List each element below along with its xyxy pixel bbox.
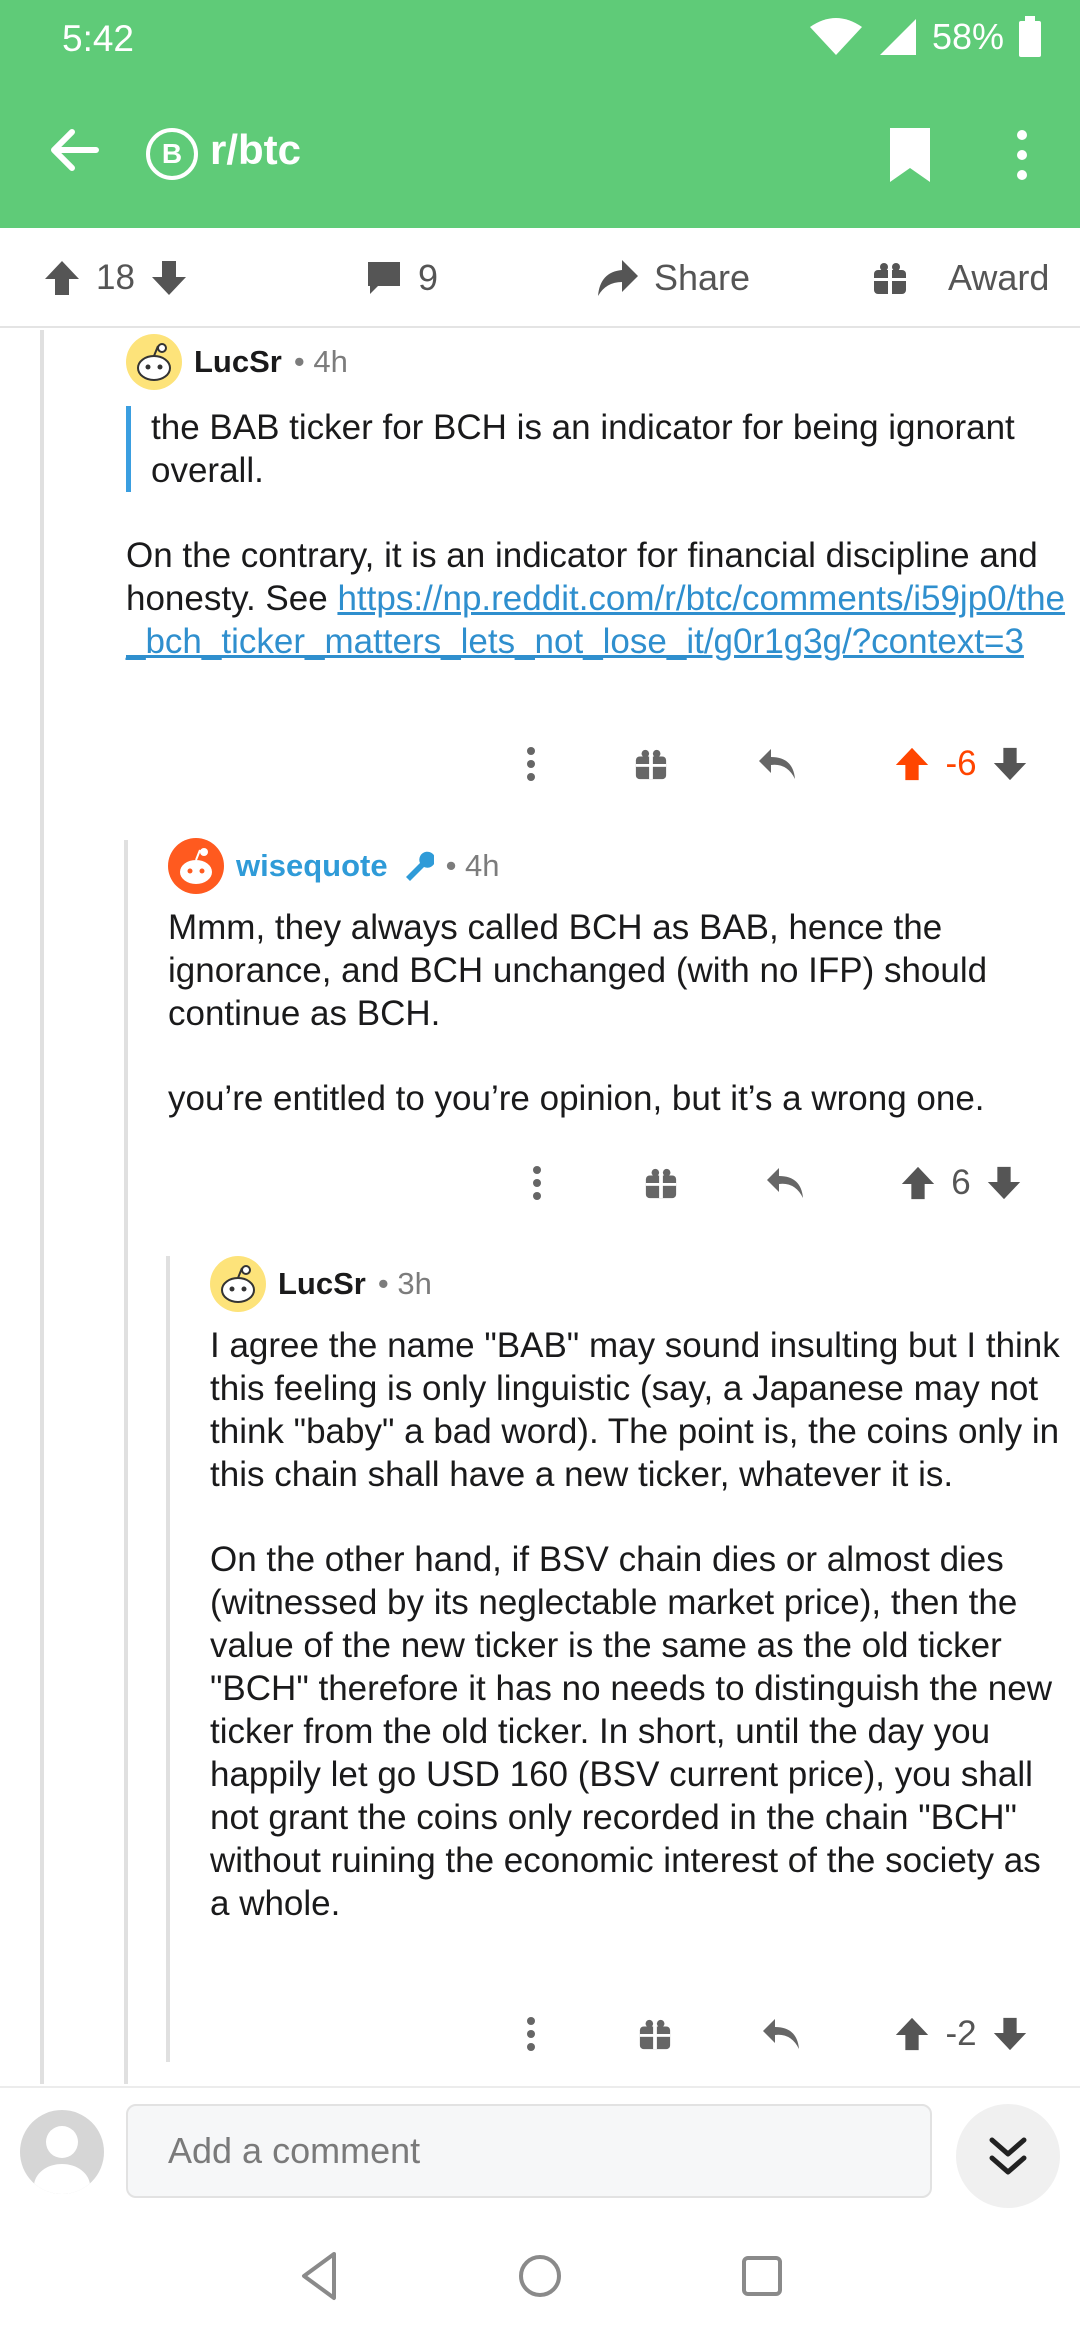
comment-author[interactable]: LucSr: [278, 1266, 366, 1302]
status-time: 5:42: [62, 18, 135, 59]
upvote-icon[interactable]: [893, 745, 931, 783]
upvote-icon[interactable]: [899, 1164, 937, 1202]
avatar[interactable]: [168, 838, 224, 894]
comment-header: LucSr • 4h: [126, 330, 1066, 394]
gift-icon[interactable]: [630, 2004, 680, 2064]
comments-button[interactable]: 9: [364, 228, 438, 328]
comment-score: -6: [945, 744, 977, 783]
comment-actions: -6: [126, 734, 1066, 794]
upvote-icon[interactable]: [42, 258, 82, 298]
collapse-button[interactable]: [956, 2104, 1060, 2208]
vote-group: -2: [876, 2004, 1046, 2064]
app-header: 5:42 58% B r/btc: [0, 0, 1080, 228]
status-icons: 58%: [808, 16, 1042, 58]
more-options-icon[interactable]: [1002, 126, 1042, 184]
comment-body: Mmm, they always called BCH as BAB, henc…: [168, 906, 1068, 1120]
quote-paragraph: the BAB ticker for BCH is an indicator f…: [151, 408, 1015, 490]
thread-line[interactable]: [40, 330, 44, 2084]
comment-paragraph: On the other hand, if BSV chain dies or …: [210, 1540, 1052, 1923]
comment-score: -2: [945, 2014, 977, 2053]
comment-time: • 3h: [377, 1266, 432, 1301]
vote-group: -6: [876, 734, 1046, 794]
system-nav-bar: [0, 2216, 1080, 2340]
share-label: Share: [654, 257, 751, 298]
comment-input[interactable]: Add a comment: [126, 2104, 932, 2198]
post-action-bar: 18 9 Share Award: [0, 228, 1080, 328]
user-avatar[interactable]: [20, 2110, 104, 2194]
comment-composer: Add a comment: [0, 2086, 1080, 2216]
downvote-icon[interactable]: [985, 1164, 1023, 1202]
comment-icon: [368, 262, 400, 294]
more-options-icon[interactable]: [512, 1153, 562, 1213]
comment-count: 9: [418, 257, 439, 298]
comment: LucSr • 4h the BAB ticker for BCH is an …: [126, 330, 1066, 663]
avatar[interactable]: [210, 1256, 266, 1312]
share-button[interactable]: Share: [596, 228, 750, 328]
snoo-avatar-icon: [221, 1265, 255, 1303]
avatar[interactable]: [126, 334, 182, 390]
award-button[interactable]: Award: [872, 228, 1049, 328]
gift-icon[interactable]: [636, 1153, 686, 1213]
nav-recents-icon[interactable]: [732, 2246, 792, 2306]
more-options-icon[interactable]: [506, 2004, 556, 2064]
reply-icon[interactable]: [760, 1153, 810, 1213]
comment-time: • 4h: [293, 344, 348, 379]
downvote-icon[interactable]: [991, 2015, 1029, 2053]
vote-group: 6: [876, 1153, 1046, 1213]
nav-home-icon[interactable]: [510, 2246, 570, 2306]
vote-group: 18: [42, 228, 189, 328]
comment-header: LucSr • 3h: [210, 1252, 1066, 1316]
gift-icon[interactable]: [626, 734, 676, 794]
battery-percent: 58%: [931, 16, 1004, 57]
comment-header: wisequote • 4h: [168, 834, 1068, 898]
nav-back-icon[interactable]: [290, 2246, 350, 2306]
post-score: 18: [96, 258, 135, 297]
comment-paragraph: you’re entitled to you’re opinion, but i…: [168, 1079, 985, 1118]
comment-paragraph: On the contrary, it is an indicator for …: [126, 534, 1066, 663]
downvote-icon[interactable]: [149, 258, 189, 298]
signal-icon: [879, 19, 916, 55]
comment: wisequote • 4h Mmm, they always called B…: [168, 834, 1068, 1120]
comment: LucSr • 3h I agree the name "BAB" may so…: [210, 1252, 1066, 1925]
back-arrow-icon[interactable]: [44, 120, 104, 180]
comment-paragraph: I agree the name "BAB" may sound insulti…: [210, 1326, 1060, 1494]
comment-body: I agree the name "BAB" may sound insulti…: [210, 1324, 1066, 1925]
subreddit-name[interactable]: r/btc: [210, 126, 301, 174]
comment-score: 6: [951, 1163, 971, 1202]
comment-body: On the contrary, it is an indicator for …: [126, 534, 1066, 663]
comment-author[interactable]: wisequote: [236, 848, 388, 884]
thread-line[interactable]: [124, 840, 128, 2084]
reply-icon[interactable]: [756, 2004, 806, 2064]
downvote-icon[interactable]: [991, 745, 1029, 783]
snoo-avatar-icon: [180, 848, 212, 884]
user-avatar-icon: [34, 2126, 90, 2194]
share-icon: [598, 260, 638, 296]
snoo-avatar-icon: [137, 343, 171, 381]
comment-actions: 6: [168, 1153, 1068, 1213]
comment-time: • 4h: [445, 848, 500, 883]
moderator-wrench-icon: [405, 851, 434, 881]
comment-actions: -2: [210, 2004, 1066, 2064]
battery-icon: [1019, 16, 1041, 57]
more-options-icon[interactable]: [506, 734, 556, 794]
comment-author[interactable]: LucSr: [194, 344, 282, 380]
wifi-icon: [809, 18, 862, 55]
double-chevron-down-icon: [989, 2137, 1027, 2175]
subreddit-icon[interactable]: B: [146, 128, 198, 180]
award-label: Award: [948, 257, 1050, 298]
comment-paragraph: Mmm, they always called BCH as BAB, henc…: [168, 908, 988, 1033]
thread-line[interactable]: [166, 1256, 170, 2062]
bookmark-icon[interactable]: [886, 126, 934, 184]
upvote-icon[interactable]: [893, 2015, 931, 2053]
quoted-text: the BAB ticker for BCH is an indicator f…: [126, 406, 1066, 492]
gift-icon: [874, 263, 906, 294]
comment-input-placeholder: Add a comment: [168, 2130, 421, 2171]
reply-icon[interactable]: [752, 734, 802, 794]
